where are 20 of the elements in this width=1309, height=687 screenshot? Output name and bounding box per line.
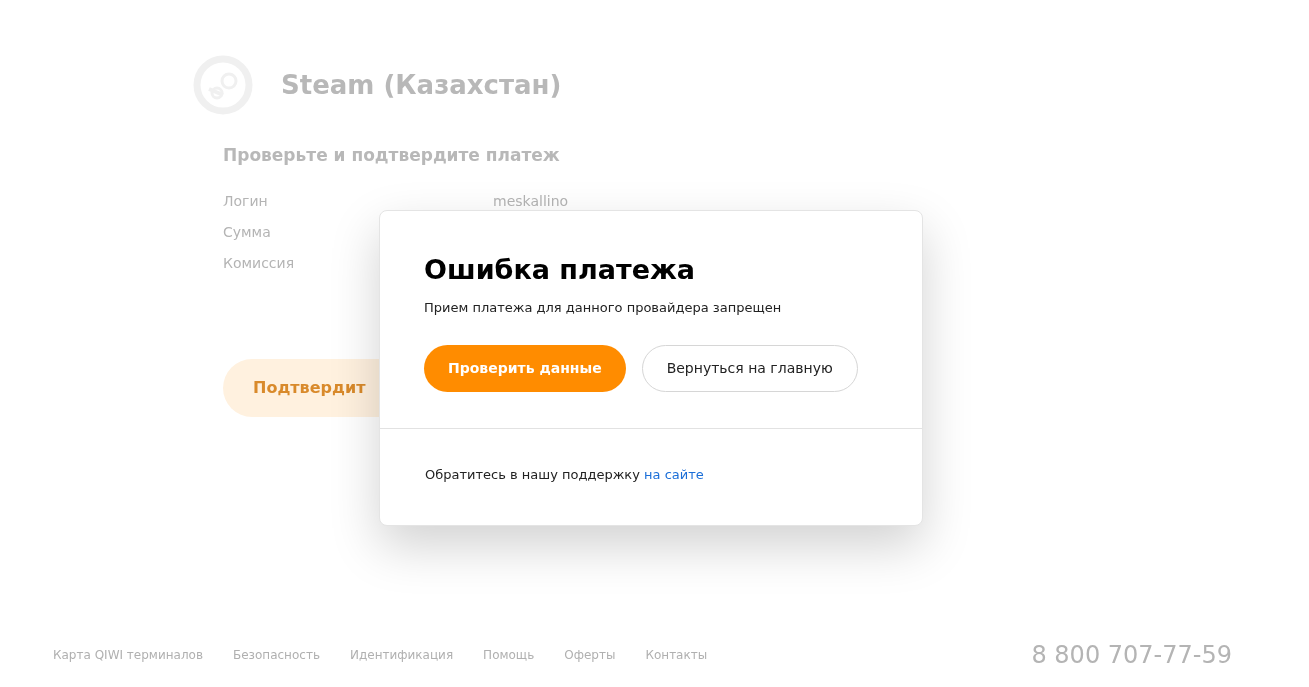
footer-link[interactable]: Идентификация xyxy=(349,646,454,664)
footer-link[interactable]: Карта QIWI терминалов xyxy=(53,646,203,664)
support-text: Обратитесь в нашу поддержку на сайте xyxy=(380,427,922,526)
check-data-button[interactable]: Проверить данные xyxy=(424,344,626,392)
error-message: Прием платежа для данного провайдера запрещен xyxy=(424,299,783,318)
footer-link[interactable]: Безопасность xyxy=(233,646,320,664)
dialog-title: Ошибка платежа xyxy=(424,254,697,287)
section-heading: Проверьте и подтвердите платеж xyxy=(223,144,561,167)
confirm-button[interactable]: Подтвердит xyxy=(223,358,379,417)
provider-title: Steam (Казахстан) xyxy=(281,68,562,102)
footer-link[interactable]: Контакты xyxy=(645,646,708,664)
support-link[interactable]: на сайте xyxy=(644,466,704,482)
footer-link[interactable]: Помощь xyxy=(483,646,535,664)
footer-link[interactable]: Оферты xyxy=(564,646,616,664)
field-label: Сумма xyxy=(223,223,271,240)
field-value: meskallino xyxy=(493,191,569,211)
phone-number: 8 800 707-77-59 xyxy=(1031,640,1232,671)
back-home-button[interactable]: Вернуться на главную xyxy=(641,344,858,392)
field-label: Логин xyxy=(223,192,268,209)
field-label: Комиссия xyxy=(223,254,295,271)
